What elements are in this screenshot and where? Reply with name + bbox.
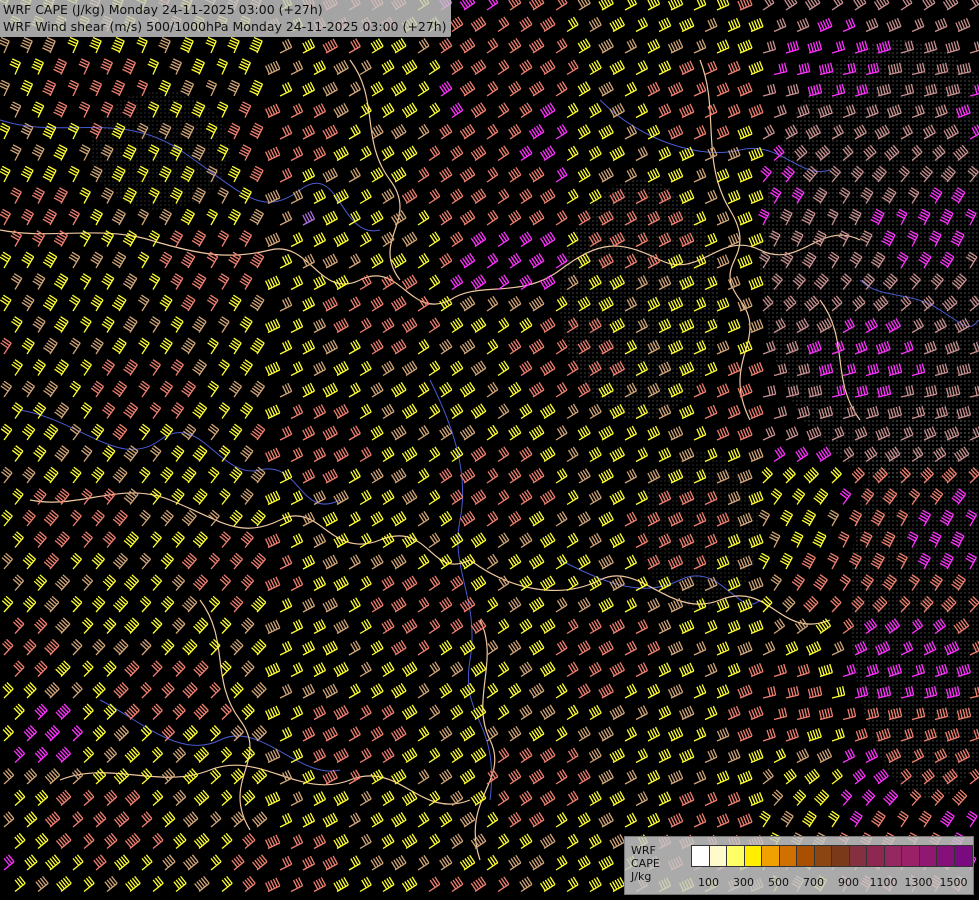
legend-tick-label: 1100 [869, 876, 898, 889]
wind-shear-title: WRF Wind shear (m/s) 500/1000hPa Monday … [3, 19, 447, 34]
legend-swatch [692, 846, 710, 866]
legend-color-scale [691, 845, 973, 867]
legend-swatch [884, 846, 902, 866]
legend-tick-label: 900 [838, 876, 859, 889]
map-title-box: WRF CAPE (J/kg) Monday 24-11-2025 03:00 … [0, 0, 451, 37]
legend-swatch [937, 846, 955, 866]
cape-legend: WRF CAPE J/kg 100 300 500 700 900 1100 1300 150… [624, 836, 974, 895]
legend-label-variable: CAPE [631, 857, 660, 870]
legend-swatch [954, 846, 972, 866]
legend-swatch [814, 846, 832, 866]
cape-title: WRF CAPE (J/kg) Monday 24-11-2025 03:00 … [3, 2, 323, 17]
legend-swatch [709, 846, 727, 866]
legend-tick-label: 1300 [904, 876, 933, 889]
legend-swatch [762, 846, 780, 866]
legend-tick-label: 1500 [939, 876, 968, 889]
legend-swatch [727, 846, 745, 866]
legend-swatch [919, 846, 937, 866]
legend-label-model: WRF [631, 844, 656, 857]
legend-swatch [779, 846, 797, 866]
legend-tick-label: 500 [768, 876, 789, 889]
legend-tick-label: 300 [733, 876, 754, 889]
legend-swatch [744, 846, 762, 866]
legend-swatch [797, 846, 815, 866]
forecast-map [0, 0, 979, 900]
legend-swatch [902, 846, 920, 866]
legend-tick-label: 700 [803, 876, 824, 889]
legend-tick-label: 100 [698, 876, 719, 889]
legend-label-unit: J/kg [631, 870, 652, 883]
legend-swatch [849, 846, 867, 866]
legend-swatch [832, 846, 850, 866]
legend-swatch [867, 846, 885, 866]
